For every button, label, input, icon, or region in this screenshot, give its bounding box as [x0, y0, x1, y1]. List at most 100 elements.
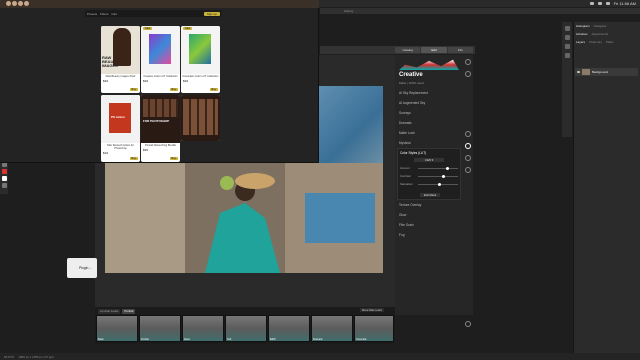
- nav-filters[interactable]: Filters: [100, 12, 108, 16]
- card-price: $49: [103, 79, 109, 83]
- look-thumb[interactable]: Portrait: [139, 315, 181, 342]
- creative-icon[interactable]: [465, 143, 471, 149]
- tool-dramatic[interactable]: Dramatic: [399, 121, 412, 125]
- avatar: [6, 1, 11, 6]
- panel-title: Creative: [399, 72, 423, 78]
- buy-button[interactable]: Buy: [129, 88, 138, 91]
- control-center-icon[interactable]: [605, 2, 610, 5]
- tool-glow[interactable]: Glow: [399, 213, 406, 217]
- tab-navigator[interactable]: Navigator: [594, 24, 607, 28]
- card-title: RAW BEAUTY IMAGES: [102, 55, 119, 68]
- search-icon[interactable]: [597, 2, 602, 5]
- look-label: Retro: [184, 338, 190, 341]
- tab-info[interactable]: Info: [447, 47, 473, 53]
- tab-libraries[interactable]: Libraries: [576, 32, 588, 36]
- slider-knob[interactable]: [446, 167, 449, 170]
- tab-edit[interactable]: Edit: [421, 47, 447, 53]
- edit-mask-button[interactable]: Edit Mask: [420, 193, 440, 197]
- canvas-icon[interactable]: [465, 71, 471, 77]
- ps-statusbar: 66.67% 1080 px x 1350 px (72 ppi): [0, 353, 640, 360]
- signup-button[interactable]: Sign up: [203, 11, 220, 16]
- more-looks-button[interactable]: More Mat Looks: [360, 308, 385, 312]
- tool-ai-sky[interactable]: AI Sky Replacement: [399, 91, 428, 95]
- slider-amount[interactable]: [418, 167, 458, 170]
- look-thumb[interactable]: Cinematic: [354, 315, 394, 342]
- tab-adjustments[interactable]: Adjustments: [592, 32, 609, 36]
- slider-contrast[interactable]: [418, 175, 458, 178]
- wifi-icon[interactable]: [589, 2, 594, 5]
- professional-icon[interactable]: [465, 167, 471, 173]
- tool-augmented-sky[interactable]: AI Augmented Sky: [399, 101, 425, 105]
- tool-texture-overlay[interactable]: Texture Overlay: [399, 203, 421, 207]
- layer-name: Background: [592, 70, 609, 74]
- nav-cart[interactable]: Cart: [111, 12, 117, 16]
- look-thumb[interactable]: Dramatic: [311, 315, 353, 342]
- product-card[interactable]: FOR PHOTOSHOP Portrait Retouching Bundle…: [141, 95, 180, 162]
- look-thumb[interactable]: Retro: [182, 315, 224, 342]
- slider-knob[interactable]: [438, 183, 441, 186]
- slider-saturation[interactable]: [418, 183, 458, 186]
- look-thumb[interactable]: B&W: [268, 315, 310, 342]
- sale-badge: Sale: [183, 27, 193, 30]
- tool-matte-look[interactable]: Matte Look: [399, 131, 415, 135]
- luminar-tool-icons: [463, 55, 473, 327]
- tab-portrait[interactable]: Portrait: [122, 309, 136, 314]
- avatar-row: [0, 0, 319, 7]
- quick-mask-icon[interactable]: [1, 183, 7, 188]
- eye-icon[interactable]: [577, 71, 580, 73]
- tool-mystical[interactable]: Mystical: [399, 141, 411, 145]
- layer-thumbnail: [582, 69, 590, 75]
- tool-fog[interactable]: Fog: [399, 233, 405, 237]
- product-image: FOR PHOTOSHOP: [141, 95, 180, 143]
- zoom-level[interactable]: 66.67%: [4, 355, 14, 359]
- foreground-color-swatch[interactable]: [1, 169, 7, 174]
- sale-badge: Sale: [143, 27, 153, 30]
- layers-icon[interactable]: [465, 59, 471, 65]
- product-card[interactable]: PS Action Skin Retouch Action for Photos…: [101, 95, 140, 162]
- slider-knob[interactable]: [442, 175, 445, 178]
- buy-button[interactable]: Buy: [169, 157, 178, 160]
- look-thumb[interactable]: Basic: [96, 315, 138, 342]
- portrait-icon[interactable]: [465, 155, 471, 161]
- buy-button[interactable]: Buy: [169, 88, 178, 91]
- tab-catalog[interactable]: Catalog: [395, 47, 421, 53]
- tab-layers[interactable]: Layers: [576, 40, 585, 44]
- history-icon[interactable]: [564, 26, 570, 31]
- lut-select[interactable]: CE5 ▾: [414, 158, 444, 162]
- layer-row[interactable]: Background: [575, 68, 638, 76]
- card-caption: Skin Retouch Action for Photoshop: [107, 144, 134, 150]
- look-thumb[interactable]: Soft: [225, 315, 267, 342]
- ps-history-label[interactable]: History: [344, 9, 353, 13]
- tab-histogram[interactable]: Histogram: [576, 24, 590, 28]
- tab-luminar-looks[interactable]: Luminar Looks: [98, 309, 121, 314]
- essentials-icon[interactable]: [465, 131, 471, 137]
- clock[interactable]: Fri 11:56 AM: [614, 1, 636, 6]
- product-card[interactable]: RAW BEAUTY IMAGES Raw Beauty Images Pack…: [101, 26, 140, 93]
- tool-film-grain[interactable]: Film Grain: [399, 223, 414, 227]
- buy-button[interactable]: Buy: [209, 88, 218, 91]
- tab-channels[interactable]: Channels: [589, 40, 602, 44]
- portrait-collage: [183, 99, 218, 135]
- background-color-swatch[interactable]: [1, 176, 7, 181]
- plugin-dialog[interactable]: Plugin ...: [67, 258, 97, 278]
- tool-sunrays[interactable]: Sunrays: [399, 111, 411, 115]
- product-card[interactable]: [181, 95, 220, 141]
- buy-button[interactable]: Buy: [129, 157, 138, 160]
- swatches-icon[interactable]: [564, 53, 570, 58]
- nav-presets[interactable]: Presets: [87, 12, 97, 16]
- product-card[interactable]: Sale Creative Color LUT Collection $29 B…: [141, 26, 180, 93]
- color-styles-title: Color Styles (LUT): [400, 151, 427, 155]
- history-icon[interactable]: [465, 321, 471, 327]
- properties-icon[interactable]: [564, 35, 570, 40]
- panel-subtitle: Mask | 100% used: [399, 81, 424, 85]
- product-image: Sale: [181, 26, 220, 74]
- sky-photo-preview: [319, 86, 383, 163]
- product-card[interactable]: Sale Cinematic Color LUT Collection $29 …: [181, 26, 220, 93]
- store-window: Presets Filters Cart Sign up RAW BEAUTY …: [0, 0, 319, 163]
- brush-icon[interactable]: [564, 44, 570, 49]
- card-price: $39: [143, 148, 149, 152]
- tab-paths[interactable]: Paths: [606, 40, 614, 44]
- store-nav: Presets Filters Cart Sign up: [85, 10, 222, 17]
- store-topbar: [0, 0, 319, 8]
- main-photo[interactable]: [105, 163, 383, 273]
